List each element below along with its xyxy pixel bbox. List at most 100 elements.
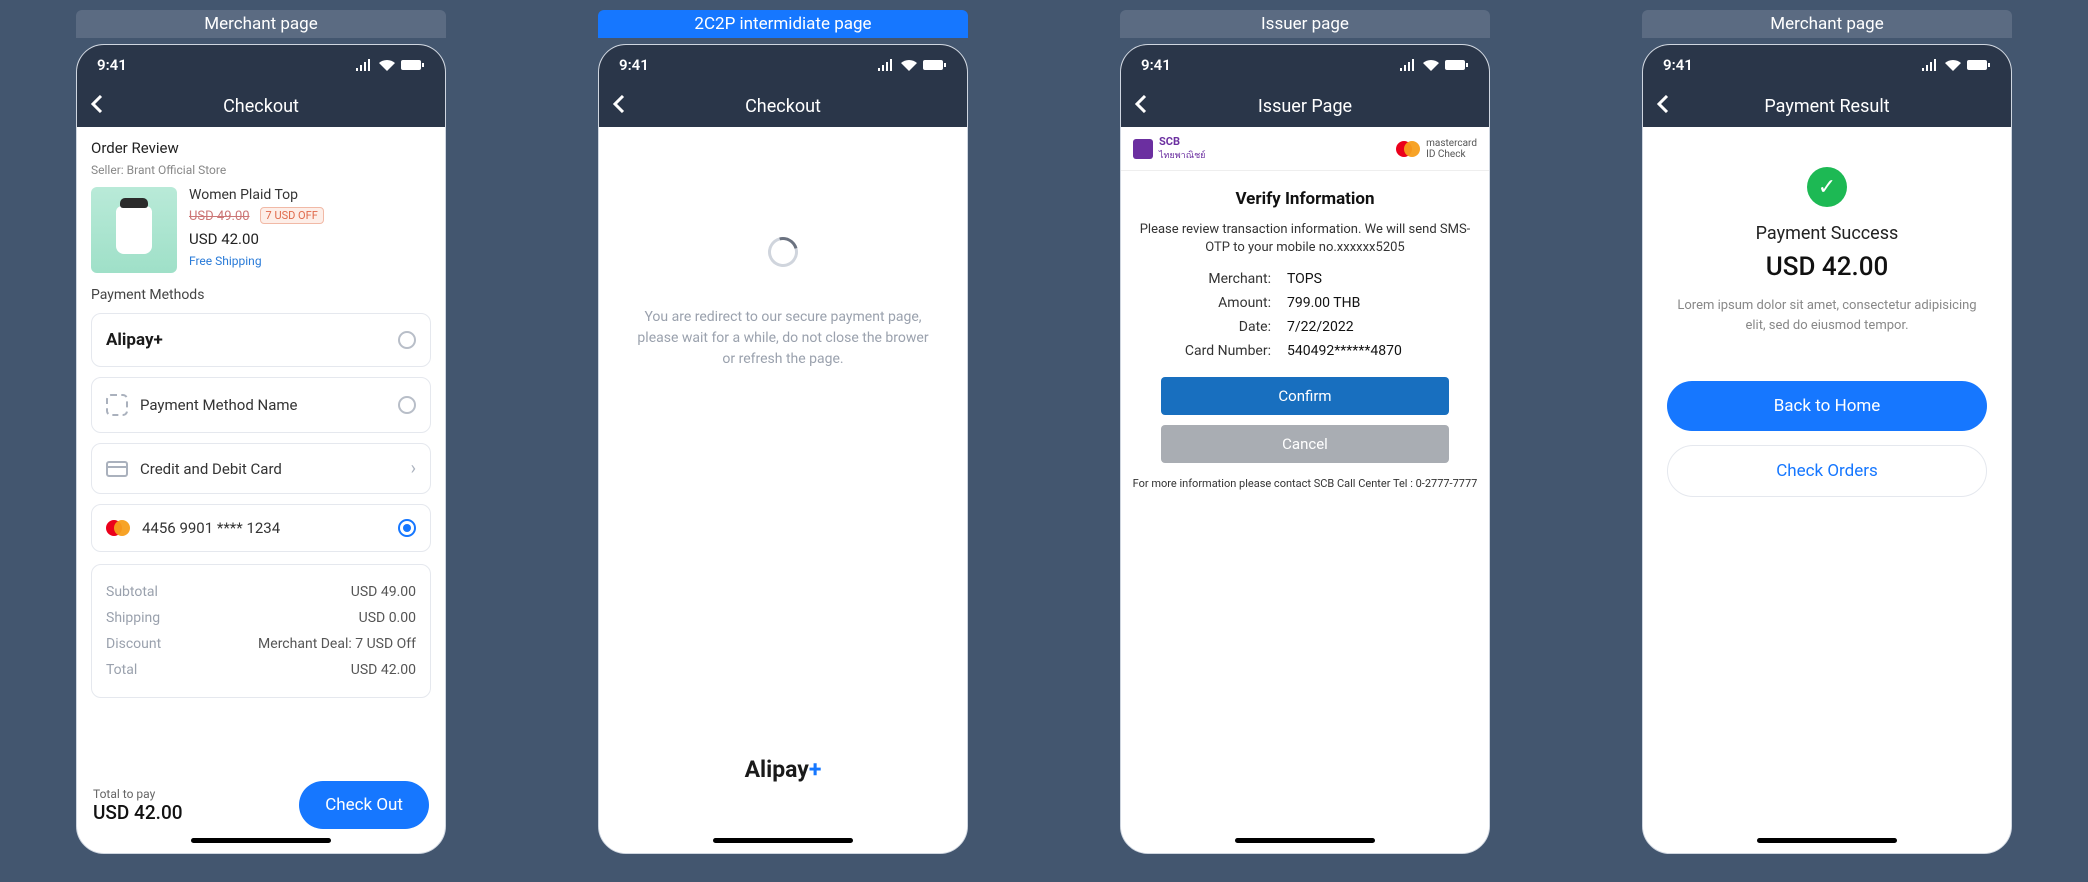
merchant-value: TOPS [1287, 271, 1449, 287]
mastercard-idcheck-logo: mastercardID Check [1396, 138, 1477, 160]
payment-method-card-group[interactable]: Credit and Debit Card › [91, 443, 431, 494]
payment-method-saved-card[interactable]: 4456 9901 **** 1234 [91, 504, 431, 552]
payment-methods-heading: Payment Methods [91, 287, 431, 303]
nav-bar: Issuer Page [1121, 85, 1489, 127]
status-bar: 9:41 [1121, 45, 1489, 85]
back-to-home-button[interactable]: Back to Home [1667, 381, 1987, 431]
payment-method-label: 4456 9901 **** 1234 [142, 519, 280, 537]
result-description: Lorem ipsum dolor sit amet, consectetur … [1667, 296, 1987, 335]
redirect-message: You are redirect to our secure payment p… [633, 307, 933, 370]
plus-icon: + [809, 756, 822, 783]
nav-bar: Checkout [599, 85, 967, 127]
chevron-left-icon [1657, 95, 1669, 113]
nav-title: Checkout [77, 96, 445, 117]
back-button[interactable] [91, 95, 111, 118]
signal-icon [1399, 59, 1417, 71]
radio-selected-icon[interactable] [398, 519, 416, 537]
status-bar: 9:41 [77, 45, 445, 85]
amount-value: 799.00 THB [1287, 295, 1449, 311]
radio-unselected-icon[interactable] [398, 396, 416, 414]
status-time: 9:41 [1663, 56, 1693, 74]
alipay-logo-icon: Alipay+ [106, 330, 163, 350]
mastercard-icon [1396, 141, 1420, 157]
flow-tag-issuer: Issuer page [1120, 10, 1490, 38]
payment-method-label: Payment Method Name [140, 396, 297, 414]
bank-logo: SCB ไทยพาณิชย์ [1133, 135, 1205, 162]
chevron-right-icon: › [411, 458, 416, 479]
card-number-value: 540492******4870 [1287, 343, 1449, 359]
chevron-left-icon [613, 95, 625, 113]
payment-method-placeholder[interactable]: Payment Method Name [91, 377, 431, 433]
verify-description: Please review transaction information. W… [1121, 221, 1489, 257]
issuer-header: SCB ไทยพาณิชย์ mastercardID Check [1121, 127, 1489, 171]
flow-tag-merchant-2: Merchant page [1642, 10, 2012, 38]
product-price: USD 42.00 [189, 230, 324, 248]
battery-icon [1445, 59, 1469, 71]
status-time: 9:41 [97, 56, 127, 74]
total-to-pay-amount: USD 42.00 [93, 801, 183, 824]
scb-logo-icon [1133, 139, 1153, 159]
battery-icon [1967, 59, 1991, 71]
amount-label: Amount: [1161, 295, 1271, 311]
cancel-button[interactable]: Cancel [1161, 425, 1449, 463]
home-indicator [191, 838, 331, 843]
chevron-left-icon [91, 95, 103, 113]
nav-title: Issuer Page [1121, 96, 1489, 117]
phone-frame-2: 9:41 Checkout You are redirect to our se… [598, 44, 968, 854]
result-status: Payment Success [1756, 223, 1899, 244]
status-time: 9:41 [619, 56, 649, 74]
date-value: 7/22/2022 [1287, 319, 1449, 335]
cup-icon [116, 206, 152, 254]
discount-value: Merchant Deal: 7 USD Off [258, 636, 416, 652]
order-review-heading: Order Review [91, 139, 431, 157]
confirm-button[interactable]: Confirm [1161, 377, 1449, 415]
bank-name: SCB [1159, 135, 1205, 148]
battery-icon [401, 59, 425, 71]
battery-icon [923, 59, 947, 71]
home-indicator [1757, 838, 1897, 843]
subtotal-value: USD 49.00 [351, 584, 416, 600]
home-indicator [713, 838, 853, 843]
signal-icon [1921, 59, 1939, 71]
transaction-fields: Merchant:TOPS Amount:799.00 THB Date:7/2… [1121, 257, 1489, 377]
nav-bar: Payment Result [1643, 85, 2011, 127]
nav-title: Payment Result [1643, 96, 2011, 117]
total-value: USD 42.00 [351, 662, 416, 678]
checkout-button[interactable]: Check Out [299, 781, 429, 829]
success-check-icon: ✓ [1807, 167, 1847, 207]
chevron-left-icon [1135, 95, 1147, 113]
verify-heading: Verify Information [1121, 189, 1489, 209]
radio-unselected-icon[interactable] [398, 331, 416, 349]
payment-method-alipay[interactable]: Alipay+ [91, 313, 431, 367]
shipping-label: Shipping [106, 610, 160, 626]
signal-icon [877, 59, 895, 71]
alipay-footer-logo: Alipay+ [599, 756, 967, 783]
back-button[interactable] [1135, 95, 1155, 118]
check-orders-button[interactable]: Check Orders [1667, 445, 1987, 497]
loading-spinner-icon [763, 232, 804, 273]
flow-tag-intermediate: 2C2P intermidiate page [598, 10, 968, 38]
date-label: Date: [1161, 319, 1271, 335]
nav-bar: Checkout [77, 85, 445, 127]
card-icon [106, 461, 128, 477]
product-old-price: USD 49.00 [189, 209, 250, 224]
totals-card: SubtotalUSD 49.00 ShippingUSD 0.00 Disco… [91, 564, 431, 698]
flow-tag-merchant-1: Merchant page [76, 10, 446, 38]
status-icons [1399, 59, 1469, 71]
placeholder-icon [106, 394, 128, 416]
status-bar: 9:41 [599, 45, 967, 85]
home-indicator [1235, 838, 1375, 843]
mastercard-icon [106, 520, 130, 536]
back-button[interactable] [1657, 95, 1677, 118]
total-to-pay-label: Total to pay [93, 787, 183, 801]
total-label: Total [106, 662, 137, 678]
card-number-label: Card Number: [1161, 343, 1271, 359]
product-name: Women Plaid Top [189, 187, 324, 203]
status-bar: 9:41 [1643, 45, 2011, 85]
product-shipping: Free Shipping [189, 254, 324, 268]
status-time: 9:41 [1141, 56, 1171, 74]
phone-frame-3: 9:41 Issuer Page SCB ไทยพาณิชย์ [1120, 44, 1490, 854]
status-icons [355, 59, 425, 71]
back-button[interactable] [613, 95, 633, 118]
result-amount: USD 42.00 [1766, 252, 1889, 282]
